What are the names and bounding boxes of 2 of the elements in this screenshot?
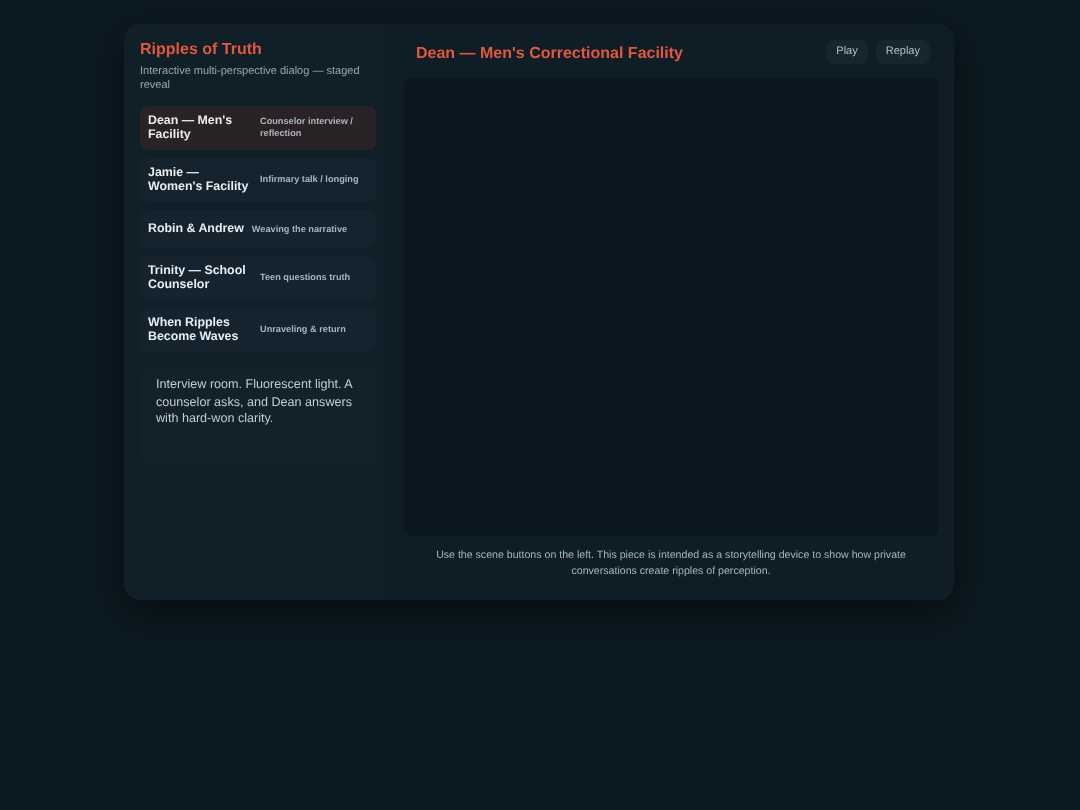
app-title: Ripples of Truth bbox=[140, 40, 264, 58]
scene-title: Dean — Men's Correctional Facility bbox=[416, 43, 683, 61]
